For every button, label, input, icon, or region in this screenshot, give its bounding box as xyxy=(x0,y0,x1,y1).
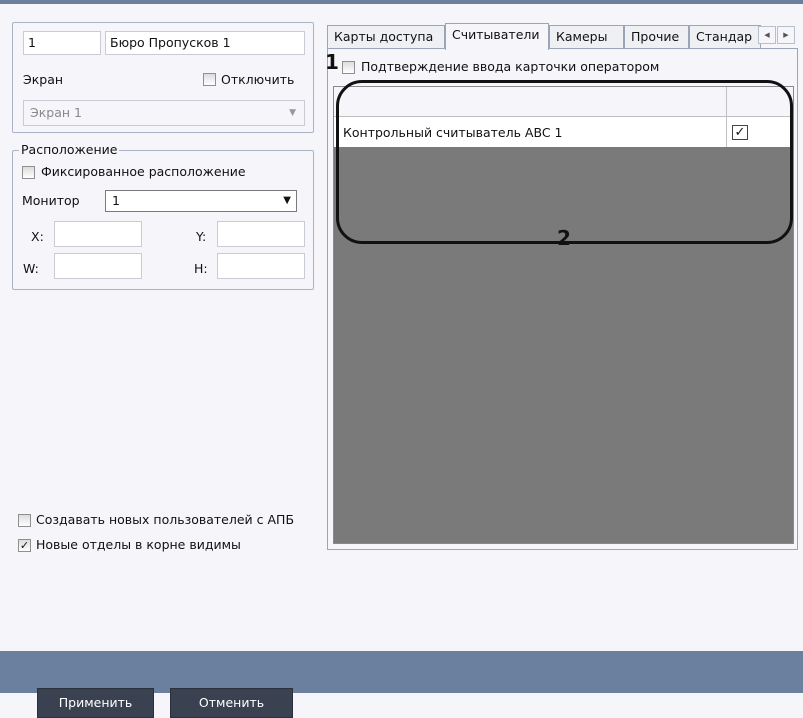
screen-select[interactable]: Экран 1 ▼ xyxy=(23,100,305,126)
h-label: H: xyxy=(194,261,208,276)
readers-table: Контрольный считыватель ABC 1 ✓ xyxy=(333,86,794,544)
create-users-label: Создавать новых пользователей с АПБ xyxy=(36,512,295,527)
disable-label: Отключить xyxy=(221,72,295,87)
object-settings-panel: 1 Бюро Пропусков 1 Экран Отключить Экран… xyxy=(12,22,314,552)
create-users-checkbox[interactable] xyxy=(18,514,31,527)
location-group: Расположение Фиксированное расположение … xyxy=(12,142,314,290)
screen-label: Экран xyxy=(23,72,64,87)
location-title: Расположение xyxy=(19,142,120,158)
x-input[interactable] xyxy=(54,221,142,247)
operator-confirm-checkbox[interactable] xyxy=(342,61,355,74)
object-group: 1 Бюро Пропусков 1 Экран Отключить Экран… xyxy=(12,22,314,133)
screen-select-value: Экран 1 xyxy=(30,105,82,120)
w-label: W: xyxy=(23,261,39,276)
disable-checkbox[interactable] xyxy=(203,73,216,86)
monitor-select[interactable]: 1 ▼ xyxy=(105,190,297,212)
object-id-field[interactable]: 1 xyxy=(23,31,101,55)
object-name-field[interactable]: Бюро Пропусков 1 xyxy=(105,31,305,55)
w-input[interactable] xyxy=(54,253,142,279)
monitor-label: Монитор xyxy=(22,193,80,208)
tab-scroll-left-icon[interactable]: ◀ xyxy=(758,26,776,44)
tab-cameras[interactable]: Камеры xyxy=(549,25,624,49)
monitor-select-value: 1 xyxy=(112,193,120,208)
tab-scroll-buttons: ◀ ▶ xyxy=(758,26,798,44)
x-label: X: xyxy=(31,229,44,244)
fixed-location-label: Фиксированное расположение xyxy=(41,164,246,179)
reader-enabled-checkbox[interactable]: ✓ xyxy=(732,125,748,140)
bottom-bar: Применить Отменить xyxy=(0,651,803,718)
table-row[interactable]: Контрольный считыватель ABC 1 ✓ xyxy=(334,117,793,147)
tab-standard[interactable]: Стандар xyxy=(689,25,761,49)
readers-tab-panel: Подтверждение ввода карточки оператором … xyxy=(327,48,798,550)
table-header xyxy=(334,87,793,117)
new-depts-label: Новые отделы в корне видимы xyxy=(36,537,241,552)
y-label: Y: xyxy=(196,229,207,244)
h-input[interactable] xyxy=(217,253,305,279)
tab-access-cards[interactable]: Карты доступа xyxy=(327,25,445,49)
annotation-number-2: 2 xyxy=(557,226,571,250)
new-depts-checkbox[interactable]: ✓ xyxy=(18,539,31,552)
y-input[interactable] xyxy=(217,221,305,247)
operator-confirm-label: Подтверждение ввода карточки оператором xyxy=(361,59,660,74)
chevron-down-icon: ▼ xyxy=(289,108,296,118)
fixed-location-checkbox[interactable] xyxy=(22,166,35,179)
column-divider xyxy=(726,87,727,116)
column-divider xyxy=(726,117,727,147)
window-top-border xyxy=(0,0,803,4)
tab-readers[interactable]: Считыватели xyxy=(445,23,549,50)
reader-name-cell: Контрольный считыватель ABC 1 xyxy=(343,125,563,140)
chevron-down-icon: ▼ xyxy=(283,195,291,206)
tab-scroll-right-icon[interactable]: ▶ xyxy=(777,26,795,44)
tab-other[interactable]: Прочие xyxy=(624,25,689,49)
annotation-number-1: 1 xyxy=(325,50,339,74)
